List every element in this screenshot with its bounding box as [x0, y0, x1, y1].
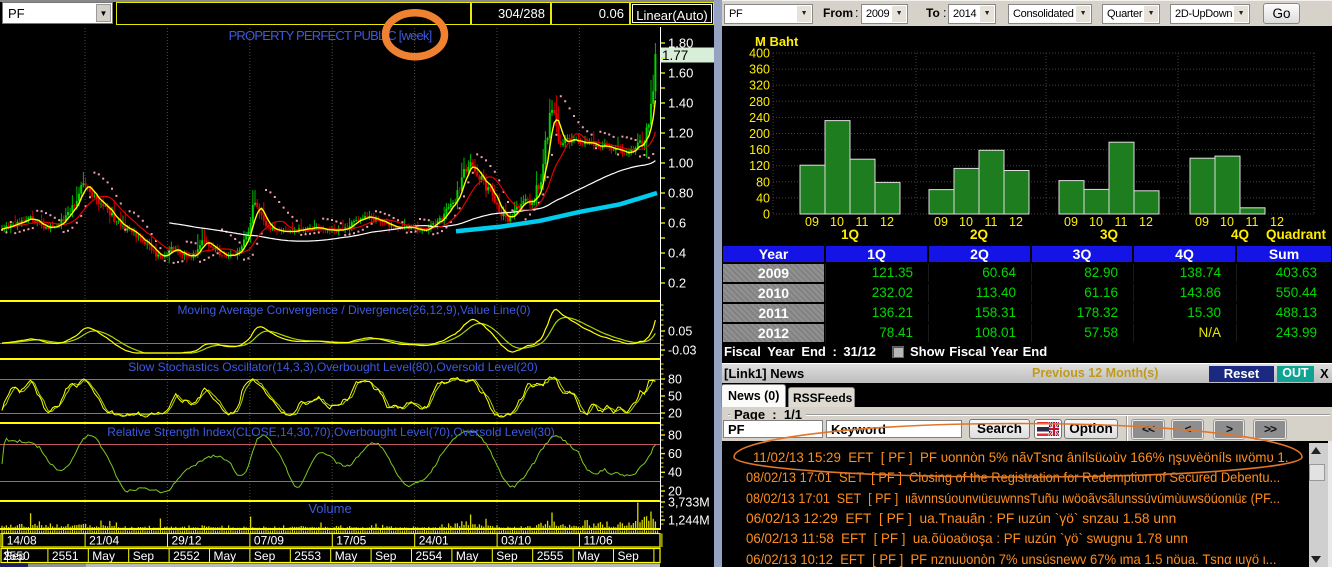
svg-text:09: 09 — [805, 215, 819, 229]
svg-text:1Q: 1Q — [841, 227, 859, 242]
svg-text:Sep: Sep — [254, 549, 276, 563]
svg-text:Moving Average Convergence / D: Moving Average Convergence / Divergence(… — [177, 303, 530, 317]
svg-text:07/09: 07/09 — [254, 534, 284, 548]
svg-text:Slow Stochastics Oscillator(14: Slow Stochastics Oscillator(14,3,3),Over… — [128, 360, 538, 374]
svg-text:160: 160 — [749, 143, 770, 157]
svg-text:Quadrant: Quadrant — [1266, 227, 1327, 242]
svg-text:14/08: 14/08 — [7, 534, 37, 548]
svg-text:40: 40 — [756, 191, 770, 205]
svg-text:12: 12 — [1009, 215, 1023, 229]
svg-text:1.80: 1.80 — [668, 36, 693, 51]
svg-text:360: 360 — [749, 63, 770, 77]
svg-text:80: 80 — [668, 428, 682, 442]
svg-text:12: 12 — [880, 215, 894, 229]
svg-text:20: 20 — [668, 406, 682, 420]
svg-text:May: May — [577, 549, 600, 563]
svg-text:12: 12 — [1139, 215, 1153, 229]
svg-text:29/12: 29/12 — [172, 534, 202, 548]
svg-text:May: May — [456, 549, 479, 563]
svg-text:2551: 2551 — [52, 549, 79, 563]
svg-text:Sep: Sep — [4, 549, 26, 563]
svg-text:3,733M: 3,733M — [668, 495, 710, 509]
svg-text:0.05: 0.05 — [668, 324, 692, 338]
svg-text:Sep: Sep — [133, 549, 155, 563]
svg-text:50: 50 — [668, 389, 682, 403]
svg-text:1.40: 1.40 — [668, 96, 693, 111]
svg-text:May: May — [335, 549, 358, 563]
svg-text:2554: 2554 — [416, 549, 443, 563]
svg-text:0.80: 0.80 — [668, 186, 693, 201]
svg-text:0.6: 0.6 — [668, 216, 686, 231]
svg-text:0: 0 — [763, 208, 770, 222]
svg-text:80: 80 — [756, 175, 770, 189]
svg-text:2555: 2555 — [537, 549, 564, 563]
svg-text:280: 280 — [749, 95, 770, 109]
svg-text:M Baht: M Baht — [755, 34, 799, 49]
svg-text:2553: 2553 — [294, 549, 321, 563]
svg-text:-0.03: -0.03 — [668, 343, 697, 357]
svg-text:21/04: 21/04 — [89, 534, 119, 548]
svg-text:09: 09 — [934, 215, 948, 229]
svg-text:May: May — [214, 549, 237, 563]
svg-text:Sep: Sep — [618, 549, 640, 563]
svg-text:40: 40 — [668, 466, 682, 480]
svg-text:2Q: 2Q — [970, 227, 988, 242]
svg-text:Relative Strength Index(CLOSE,: Relative Strength Index(CLOSE,14,30,70),… — [107, 425, 555, 439]
svg-text:Volume: Volume — [308, 501, 351, 516]
svg-text:Sep: Sep — [496, 549, 518, 563]
svg-text:80: 80 — [668, 372, 682, 386]
svg-text:09: 09 — [1195, 215, 1209, 229]
svg-text:1,244M: 1,244M — [668, 513, 710, 527]
svg-text:May: May — [92, 549, 115, 563]
svg-text:1.00: 1.00 — [668, 156, 693, 171]
svg-text:3Q: 3Q — [1100, 227, 1118, 242]
svg-text:240: 240 — [749, 111, 770, 125]
svg-text:0.4: 0.4 — [668, 246, 686, 261]
svg-text:320: 320 — [749, 79, 770, 93]
svg-text:1.60: 1.60 — [668, 66, 693, 81]
svg-text:0.2: 0.2 — [668, 276, 686, 291]
svg-text:17/05: 17/05 — [336, 534, 366, 548]
svg-text:1.20: 1.20 — [668, 126, 693, 141]
svg-text:11/06: 11/06 — [584, 534, 613, 548]
svg-text:03/10: 03/10 — [501, 534, 531, 548]
svg-text:Sep: Sep — [375, 549, 397, 563]
svg-text:24/01: 24/01 — [419, 534, 449, 548]
svg-text:09: 09 — [1064, 215, 1078, 229]
svg-text:200: 200 — [749, 127, 770, 141]
svg-text:2552: 2552 — [173, 549, 200, 563]
svg-text:60: 60 — [668, 447, 682, 461]
svg-text:4Q: 4Q — [1231, 227, 1249, 242]
svg-text:120: 120 — [749, 159, 770, 173]
svg-text:PROPERTY PERFECT PUBLIC [week]: PROPERTY PERFECT PUBLIC [week] — [229, 28, 432, 43]
